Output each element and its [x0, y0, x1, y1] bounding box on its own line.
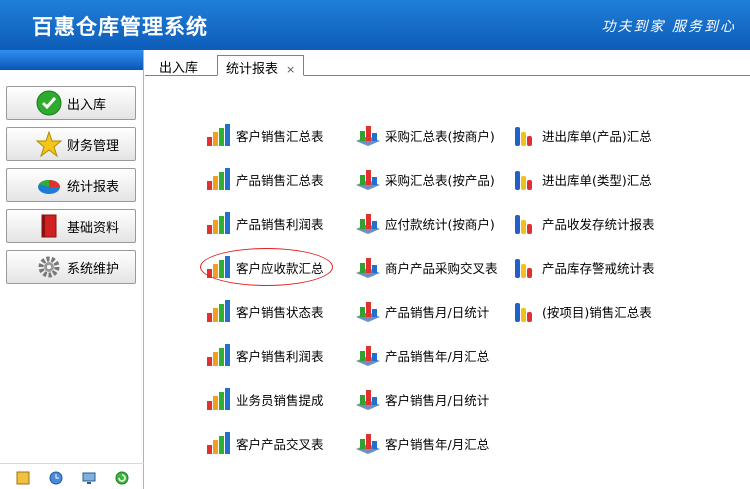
report-label: 业务员销售提成 — [236, 392, 324, 408]
tab-label: 出入库 — [159, 61, 199, 76]
report-label: 进出库单(产品)汇总 — [542, 128, 652, 144]
close-icon[interactable]: × — [286, 63, 295, 76]
report-link[interactable]: 商户产品采购交叉表 — [355, 255, 498, 279]
report-label: 采购汇总表(按商户) — [385, 128, 495, 144]
report-label: 采购汇总表(按产品) — [385, 172, 495, 188]
bar-chart-icon — [207, 300, 230, 322]
report-link[interactable]: 产品销售利润表 — [206, 211, 324, 235]
sidebar: 出入库 财务管理 统计报表 基础资料 系统维护 — [0, 50, 144, 489]
cylinder-chart-icon — [515, 259, 532, 278]
report-label: 客户销售利润表 — [236, 348, 324, 364]
report-label: 应付款统计(按商户) — [385, 216, 495, 232]
sidebar-item-label: 出入库 — [67, 97, 107, 113]
3d-bar-chart-icon — [356, 170, 380, 190]
3d-bar-chart-icon — [356, 434, 380, 454]
sidebar-item-label: 系统维护 — [67, 261, 120, 277]
report-link[interactable]: 客户产品交叉表 — [206, 431, 324, 455]
cylinder-chart-icon — [515, 303, 532, 322]
sidebar-item-system[interactable]: 系统维护 — [6, 250, 136, 284]
bar-chart-icon — [207, 344, 230, 366]
app-window: 百惠仓库管理系统 功夫到家 服务到心 出入库 财务管理 统计报表 基础资料 系统… — [0, 0, 750, 489]
clock-icon[interactable] — [49, 470, 63, 484]
bar-chart-icon — [207, 124, 230, 146]
3d-bar-chart-icon — [356, 126, 380, 146]
report-link[interactable]: 产品销售月/日统计 — [355, 299, 489, 323]
bar-chart-icon — [207, 212, 230, 234]
edit-icon[interactable] — [16, 470, 30, 484]
bar-chart-icon — [207, 432, 230, 454]
report-label: 产品销售汇总表 — [236, 172, 324, 188]
monitor-icon[interactable] — [82, 470, 96, 484]
star-icon — [35, 130, 63, 158]
report-link[interactable]: 客户销售汇总表 — [206, 123, 324, 147]
report-label: 产品销售月/日统计 — [385, 304, 490, 320]
report-label: 客户销售月/日统计 — [385, 392, 490, 408]
3d-bar-chart-icon — [356, 214, 380, 234]
report-link[interactable]: 进出库单(类型)汇总 — [512, 167, 652, 191]
tab-label: 统计报表 — [226, 62, 279, 77]
tab-bar: 出入库 统计报表 × — [145, 50, 750, 77]
cylinder-chart-icon — [515, 127, 532, 146]
sidebar-item-reports[interactable]: 统计报表 — [6, 168, 136, 202]
3d-bar-chart-icon — [356, 302, 380, 322]
sidebar-item-basic-data[interactable]: 基础资料 — [6, 209, 136, 243]
cylinder-chart-icon — [515, 215, 532, 234]
report-label: 进出库单(类型)汇总 — [542, 172, 652, 188]
report-link[interactable]: 客户销售状态表 — [206, 299, 324, 323]
report-label: 产品收发存统计报表 — [542, 216, 655, 232]
check-icon — [35, 89, 63, 117]
report-link[interactable]: 采购汇总表(按产品) — [355, 167, 495, 191]
refresh-icon[interactable] — [115, 470, 129, 484]
report-label: 客户产品交叉表 — [236, 436, 324, 452]
book-icon — [35, 212, 63, 240]
3d-bar-chart-icon — [356, 258, 380, 278]
report-link[interactable]: 产品库存警戒统计表 — [512, 255, 655, 279]
pie-chart-icon — [35, 171, 63, 199]
report-link[interactable]: 产品销售年/月汇总 — [355, 343, 489, 367]
report-label: 产品销售利润表 — [236, 216, 324, 232]
report-link[interactable]: 客户销售利润表 — [206, 343, 324, 367]
report-link[interactable]: (按项目)销售汇总表 — [512, 299, 652, 323]
app-header: 百惠仓库管理系统 功夫到家 服务到心 — [0, 0, 750, 50]
sidebar-item-finance[interactable]: 财务管理 — [6, 127, 136, 161]
cylinder-chart-icon — [515, 171, 532, 190]
3d-bar-chart-icon — [356, 390, 380, 410]
report-link[interactable]: 业务员销售提成 — [206, 387, 324, 411]
report-label: 客户销售汇总表 — [236, 128, 324, 144]
tab-inout[interactable]: 出入库 — [151, 55, 206, 76]
report-label: (按项目)销售汇总表 — [542, 304, 652, 320]
app-title: 百惠仓库管理系统 — [32, 15, 208, 39]
gear-icon — [35, 253, 63, 281]
report-label: 客户销售年/月汇总 — [385, 436, 490, 452]
3d-bar-chart-icon — [356, 346, 380, 366]
report-link[interactable]: 采购汇总表(按商户) — [355, 123, 495, 147]
report-link[interactable]: 客户销售月/日统计 — [355, 387, 489, 411]
sidebar-item-label: 统计报表 — [67, 179, 120, 195]
tab-reports[interactable]: 统计报表 × — [217, 55, 305, 77]
sidebar-topbar — [0, 50, 143, 70]
sidebar-bottom-toolbar — [0, 463, 144, 489]
bar-chart-icon — [207, 168, 230, 190]
sidebar-item-label: 财务管理 — [67, 138, 120, 154]
sidebar-item-label: 基础资料 — [67, 220, 120, 236]
sidebar-item-inout[interactable]: 出入库 — [6, 86, 136, 120]
report-label: 产品库存警戒统计表 — [542, 260, 655, 276]
report-link[interactable]: 客户销售年/月汇总 — [355, 431, 489, 455]
report-link[interactable]: 应付款统计(按商户) — [355, 211, 495, 235]
report-link[interactable]: 进出库单(产品)汇总 — [512, 123, 652, 147]
report-label: 商户产品采购交叉表 — [385, 260, 498, 276]
app-slogan: 功夫到家 服务到心 — [601, 19, 736, 35]
report-link[interactable]: 产品销售汇总表 — [206, 167, 324, 191]
report-label: 产品销售年/月汇总 — [385, 348, 490, 364]
bar-chart-icon — [207, 388, 230, 410]
report-label: 客户销售状态表 — [236, 304, 324, 320]
highlight-circle — [200, 248, 333, 286]
report-link[interactable]: 产品收发存统计报表 — [512, 211, 655, 235]
